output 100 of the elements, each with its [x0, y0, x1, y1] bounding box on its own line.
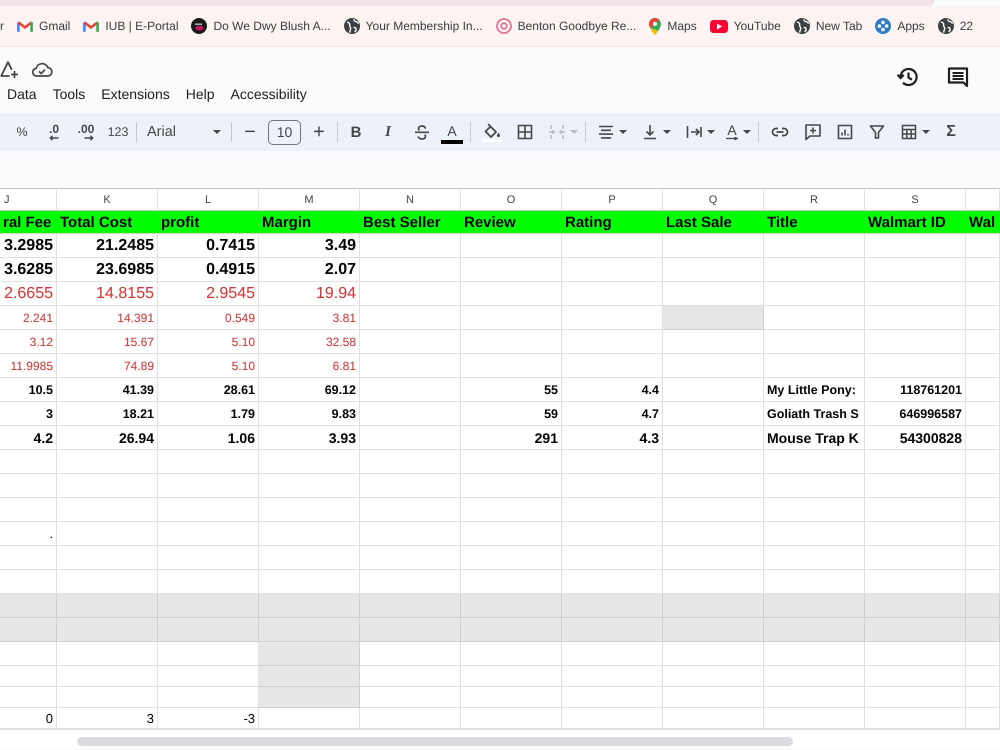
- table-header-cell: profit: [158, 211, 259, 234]
- table-cell: .: [0, 522, 57, 546]
- table-cell: My Little Pony:: [764, 378, 865, 402]
- table-cell: 55: [461, 378, 562, 402]
- font-picker[interactable]: Arial: [141, 118, 227, 146]
- caret-icon: [213, 130, 221, 134]
- table-cell: 118761201: [865, 378, 966, 402]
- align-bottom-icon: [641, 123, 659, 141]
- globe-icon: [938, 18, 954, 34]
- bookmark-link[interactable]: Apps: [875, 18, 925, 34]
- map-pin-icon: [649, 18, 662, 34]
- table-header-cell: Best Seller: [360, 211, 461, 234]
- table-cell: 14.391: [57, 306, 158, 330]
- decrease-decimals-button[interactable]: .0: [40, 118, 68, 146]
- caret-icon: [663, 130, 671, 134]
- comment-plus-icon: [804, 123, 822, 141]
- bookmark-link[interactable]: Benton Goodbye Re...: [496, 18, 636, 34]
- table-cell: 3.81: [259, 306, 360, 330]
- table-cell: 14.8155: [57, 282, 158, 306]
- table-cell: 74.89: [57, 354, 158, 378]
- font-size-decrease-button[interactable]: −: [236, 118, 264, 146]
- table-cell: 59: [461, 402, 562, 426]
- bookmark-link[interactable]: 22: [938, 18, 974, 34]
- bookmark-link[interactable]: Gmail: [17, 19, 70, 33]
- functions-button[interactable]: Σ: [937, 118, 965, 146]
- format-button[interactable]: %: [8, 118, 36, 146]
- table-cell: Goliath Trash S: [764, 402, 865, 426]
- table-cell: 54300828: [865, 426, 966, 450]
- menu-item[interactable]: Data: [0, 82, 45, 104]
- font-size-field[interactable]: 10: [268, 120, 301, 144]
- text-color-button[interactable]: A: [438, 118, 466, 146]
- table-header-cell: Total Cost: [57, 211, 158, 234]
- font-size-increase-button[interactable]: +: [305, 118, 333, 146]
- globe-icon: [344, 18, 360, 34]
- table-cell: 11.9985: [0, 354, 57, 378]
- table-cell: 4.3: [562, 426, 663, 450]
- column-header[interactable]: O: [461, 189, 562, 211]
- column-header[interactable]: Q: [663, 189, 764, 211]
- column-header[interactable]: K: [57, 189, 158, 211]
- strikethrough-icon: [413, 123, 431, 141]
- table-cell: 19.94: [259, 282, 360, 306]
- color-bar-icon: [441, 140, 463, 144]
- column-header[interactable]: R: [764, 189, 865, 211]
- caret-icon: [707, 130, 715, 134]
- table-cell: 0.549: [158, 306, 259, 330]
- ring-icon: [496, 18, 512, 34]
- column-header[interactable]: M: [259, 189, 360, 211]
- rotate-button[interactable]: A: [722, 118, 754, 146]
- table-header-cell: ral Fee: [0, 211, 57, 234]
- triangle-plus-icon[interactable]: [0, 58, 19, 78]
- filter-icon: [868, 123, 886, 141]
- paint-bucket-icon: [482, 122, 502, 142]
- bookmark-link[interactable]: r: [0, 19, 4, 33]
- comments-icon[interactable]: [946, 65, 970, 89]
- caret-icon: [619, 130, 627, 134]
- table-cell: 21.2485: [57, 234, 158, 258]
- table-cell: 291: [461, 426, 562, 450]
- menu-item[interactable]: Tools: [44, 82, 94, 104]
- column-header[interactable]: S: [865, 189, 966, 211]
- bookmark-link[interactable]: IUB | E-Portal: [83, 19, 178, 33]
- column-header[interactable]: P: [562, 189, 663, 211]
- column-header[interactable]: L: [158, 189, 259, 211]
- table-header-cell: Walmart ID: [865, 211, 966, 234]
- table-cell: 0.4915: [158, 258, 259, 282]
- table-cell: 18.21: [57, 402, 158, 426]
- play-icon: [710, 20, 728, 32]
- chart-icon: [836, 123, 854, 141]
- align-lines-icon: [597, 123, 615, 141]
- table-cell: 6.81: [259, 354, 360, 378]
- table-cell: 3.12: [0, 330, 57, 354]
- menu-item[interactable]: Accessibility: [222, 82, 315, 104]
- bookmark-link[interactable]: New Tab: [794, 18, 862, 34]
- bookmark-link[interactable]: Maps: [649, 18, 697, 34]
- column-header[interactable]: N: [360, 189, 461, 211]
- table-cell: 4.2: [0, 426, 57, 450]
- history-icon[interactable]: [896, 65, 920, 89]
- column-header[interactable]: J: [0, 189, 57, 211]
- caret-icon: [570, 130, 578, 134]
- menu-item[interactable]: Help: [178, 82, 223, 104]
- arrow-right-icon: [84, 135, 94, 141]
- table-cell: 69.12: [259, 378, 360, 402]
- table-cell: Mouse Trap K: [764, 426, 865, 450]
- bold-button[interactable]: B: [342, 118, 370, 146]
- dots-circle-icon: [875, 18, 892, 34]
- italic-button[interactable]: I: [374, 118, 402, 146]
- menu-item[interactable]: Extensions: [93, 82, 178, 104]
- globe-icon: [794, 18, 810, 34]
- table-cell: 41.39: [57, 378, 158, 402]
- table-cell: 0: [0, 708, 57, 729]
- scrollbar-thumb[interactable]: [77, 737, 793, 746]
- table-cell: 23.6985: [57, 258, 158, 282]
- table-header-cell: Title: [764, 211, 865, 234]
- bookmark-link[interactable]: Do We Dwy Blush A...: [191, 18, 331, 34]
- table-icon: [900, 123, 918, 141]
- format-button[interactable]: 123: [104, 118, 132, 146]
- bookmark-link[interactable]: YouTube: [710, 19, 781, 33]
- increase-decimals-button[interactable]: .00: [72, 118, 100, 146]
- bookmark-link[interactable]: Your Membership In...: [344, 18, 483, 34]
- table-cell: 3.6285: [0, 258, 57, 282]
- table-cell: 1.79: [158, 402, 259, 426]
